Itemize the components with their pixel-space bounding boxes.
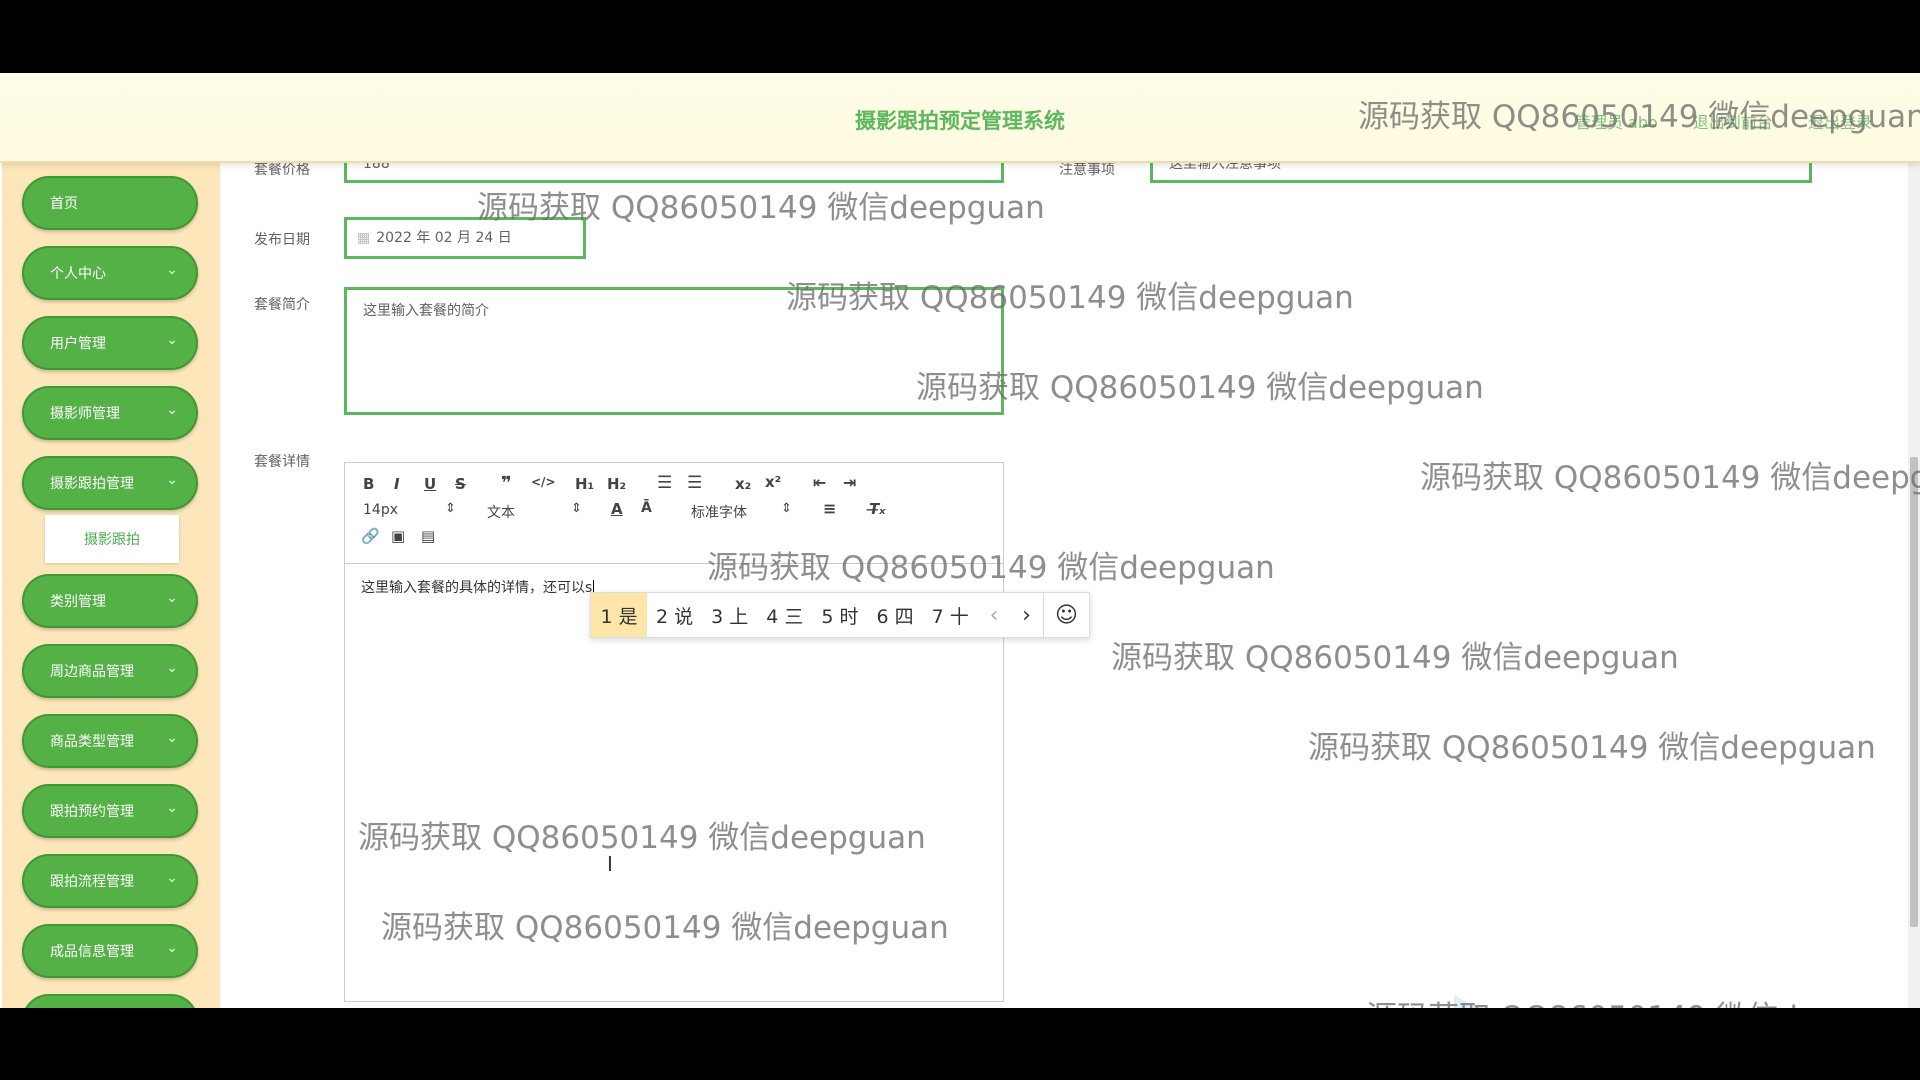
chevron-down-icon: ⌄ xyxy=(166,730,178,746)
intro-label: 套餐简介 xyxy=(254,297,310,313)
link-icon[interactable]: 🔗 xyxy=(361,527,380,545)
quote-icon[interactable]: ❞ xyxy=(501,473,512,494)
chevron-down-icon: ⌄ xyxy=(166,660,178,676)
sidebar-item-finished-product-management[interactable]: 成品信息管理 ⌄ xyxy=(22,924,198,978)
ime-candidate-3[interactable]: 3 上 xyxy=(702,593,757,637)
sidebar-subitem-photo-follow[interactable]: 摄影跟拍 xyxy=(45,515,179,563)
align-icon[interactable]: ≡ xyxy=(823,499,836,518)
heading1-icon[interactable]: H₁ xyxy=(575,475,594,493)
watermark: 源码获取 QQ86050149 微信deepguan xyxy=(477,190,1045,226)
ime-next-icon[interactable]: › xyxy=(1010,593,1043,637)
sidebar-item-label: 用户管理 xyxy=(50,336,106,352)
sidebar-item-category-management[interactable]: 类别管理 ⌄ xyxy=(22,574,198,628)
watermark: 源码获取 QQ86050149 微信deepguan xyxy=(1358,99,1920,135)
paragraph-arrow-icon: ⇕ xyxy=(571,501,582,516)
underline-icon[interactable]: U xyxy=(424,475,436,493)
subscript-icon[interactable]: x₂ xyxy=(735,475,751,493)
watermark: 源码获取 QQ86050149 微信deepguan xyxy=(1111,640,1679,676)
sidebar-item-label: 成品信息管理 xyxy=(50,944,134,960)
font-family-select[interactable]: 标准字体 xyxy=(691,502,747,522)
chevron-down-icon: ⌄ xyxy=(166,472,178,488)
sidebar-item-photo-follow-management[interactable]: 摄影跟拍管理 ⌄ xyxy=(22,456,198,510)
heading2-icon[interactable]: H₂ xyxy=(607,475,626,493)
sidebar-item-home[interactable]: 首页 xyxy=(22,176,198,230)
ime-candidate-7[interactable]: 7 十 xyxy=(923,593,978,637)
ime-candidate-1[interactable]: 1 是 xyxy=(591,593,648,637)
watermark: 源码获取 QQ86050149 微信deepguan xyxy=(707,550,1275,586)
outdent-icon[interactable]: ⇤ xyxy=(813,473,826,492)
watermark: 源码获取 QQ86050149 微信deepguan xyxy=(381,910,949,946)
sidebar-item-label: 周边商品管理 xyxy=(50,664,134,680)
sidebar-item-booking-management[interactable]: 跟拍预约管理 ⌄ xyxy=(22,784,198,838)
sidebar-item-label: 首页 xyxy=(50,196,78,212)
detail-label: 套餐详情 xyxy=(254,454,310,470)
clear-format-icon[interactable]: T̶ₓ xyxy=(869,500,885,518)
background-color-icon[interactable]: Ā xyxy=(641,500,652,516)
sidebar-item-user-management[interactable]: 用户管理 ⌄ xyxy=(22,316,198,370)
superscript-icon[interactable]: x² xyxy=(765,473,781,491)
ime-candidate-4[interactable]: 4 三 xyxy=(757,593,812,637)
ime-candidate-6[interactable]: 6 四 xyxy=(868,593,923,637)
ime-candidate-5[interactable]: 5 时 xyxy=(812,593,867,637)
sidebar-item-personal-center[interactable]: 个人中心 ⌄ xyxy=(22,246,198,300)
sidebar-item-label: 摄影师管理 xyxy=(50,406,120,422)
chevron-down-icon: ⌄ xyxy=(166,402,178,418)
paragraph-select[interactable]: 文本 xyxy=(487,502,515,522)
font-family-arrow-icon: ⇕ xyxy=(781,501,792,516)
font-color-icon[interactable]: A xyxy=(611,500,623,518)
vertical-scrollbar[interactable] xyxy=(1908,161,1920,1008)
font-size-select[interactable]: 14px xyxy=(363,502,398,518)
chevron-down-icon: ⌄ xyxy=(166,332,178,348)
sidebar-item-merch-management[interactable]: 周边商品管理 ⌄ xyxy=(22,644,198,698)
ime-candidate-2[interactable]: 2 说 xyxy=(647,593,702,637)
editor-content[interactable]: 这里输入套餐的具体的详情，还可以s xyxy=(361,577,595,597)
sidebar-item-more[interactable] xyxy=(22,994,198,1008)
editor-content-text: 这里输入套餐的具体的详情，还可以s xyxy=(361,580,593,596)
video-icon[interactable]: ▤ xyxy=(421,527,435,545)
watermark: 源码获取 QQ86050149 微信deepguan xyxy=(916,370,1484,406)
chevron-down-icon: ⌄ xyxy=(166,870,178,886)
watermark: 源码获取 QQ86050149 微信deepguan xyxy=(358,820,926,856)
emoji-icon[interactable]: ☺ xyxy=(1042,593,1089,637)
watermark: 源码获取 QQ86050149 微信deepguan xyxy=(1366,992,1920,1008)
chevron-down-icon: ⌄ xyxy=(166,940,178,956)
watermark: 源码获取 QQ86050149 微信deepguan xyxy=(1420,460,1920,496)
chevron-down-icon: ⌄ xyxy=(166,262,178,278)
scrollbar-thumb[interactable] xyxy=(1910,457,1918,927)
sidebar-item-label: 跟拍流程管理 xyxy=(50,874,134,890)
watermark: 源码获取 QQ86050149 微信deepguan xyxy=(786,280,1354,316)
ordered-list-icon[interactable]: ☰ xyxy=(657,473,672,493)
sidebar-item-label: 类别管理 xyxy=(50,594,106,610)
sidebar-item-label: 跟拍预约管理 xyxy=(50,804,134,820)
sidebar: 首页 个人中心 ⌄ 用户管理 ⌄ 摄影师管理 ⌄ 摄影跟拍管理 ⌄ 摄影跟拍 类别管理 ⌄… xyxy=(2,161,220,1008)
sidebar-item-process-management[interactable]: 跟拍流程管理 ⌄ xyxy=(22,854,198,908)
bold-icon[interactable]: B xyxy=(363,475,374,493)
bullet-list-icon[interactable]: ☰ xyxy=(687,473,702,493)
sidebar-item-label: 个人中心 xyxy=(50,266,106,282)
date-value: 2022 年 02 月 24 日 xyxy=(376,230,512,246)
sidebar-item-photographer-management[interactable]: 摄影师管理 ⌄ xyxy=(22,386,198,440)
chevron-down-icon: ⌄ xyxy=(166,800,178,816)
indent-icon[interactable]: ⇥ xyxy=(843,473,856,492)
image-icon[interactable]: ▣ xyxy=(391,527,405,545)
ime-candidate-bar: 1 是 2 说 3 上 4 三 5 时 6 四 7 十 ‹ › ☺ xyxy=(590,592,1090,638)
ime-prev-icon[interactable]: ‹ xyxy=(978,593,1011,637)
sidebar-item-label: 摄影跟拍管理 xyxy=(50,476,134,492)
strikethrough-icon[interactable]: S xyxy=(455,475,466,493)
code-block-icon[interactable]: </> xyxy=(531,475,556,489)
sidebar-item-label: 商品类型管理 xyxy=(50,734,134,750)
chevron-down-icon: ⌄ xyxy=(166,590,178,606)
italic-icon[interactable]: I xyxy=(394,475,400,493)
watermark: 源码获取 QQ86050149 微信deepguan xyxy=(1308,730,1876,766)
calendar-icon: ▦ xyxy=(357,230,371,246)
sidebar-item-product-type-management[interactable]: 商品类型管理 ⌄ xyxy=(22,714,198,768)
font-size-arrow-icon: ⇕ xyxy=(445,501,456,516)
date-label: 发布日期 xyxy=(254,232,310,248)
